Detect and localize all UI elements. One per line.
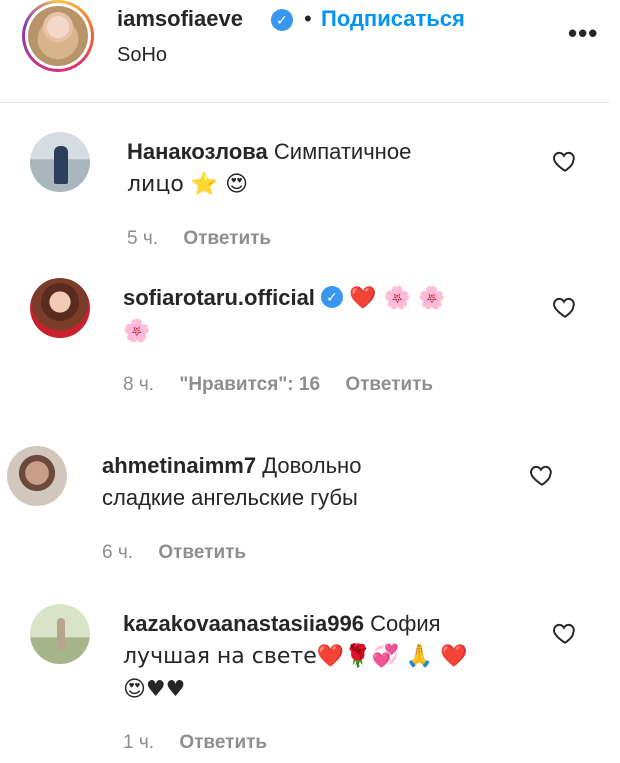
comment-author[interactable]: kazakovaanastasiia996 xyxy=(123,611,364,636)
like-heart-icon[interactable] xyxy=(552,620,578,646)
separator-dot: • xyxy=(304,6,312,31)
comment-time[interactable]: 6 ч. xyxy=(102,542,133,563)
comment-text: ❤️ 🌸 🌸 xyxy=(349,286,446,311)
comment-text-cont: 🌸 xyxy=(123,319,151,344)
like-heart-icon[interactable] xyxy=(529,462,555,488)
comment-time[interactable]: 1 ч. xyxy=(123,732,154,753)
comment-body: Нанакозлова Симпатичное лицо ⭐ 😍 xyxy=(127,136,411,201)
comment-time[interactable]: 8 ч. xyxy=(123,374,154,395)
post-location[interactable]: SoHo xyxy=(117,44,167,67)
comment-likes-count[interactable]: "Нравится": 16 xyxy=(179,374,320,395)
comment-avatar[interactable] xyxy=(30,132,90,192)
comment-author[interactable]: sofiarotaru.official xyxy=(123,285,315,310)
post-author-username[interactable]: iamsofiaeve xyxy=(117,6,243,32)
comment-text: Довольно xyxy=(262,453,362,478)
header-divider xyxy=(0,102,610,103)
more-options-icon[interactable]: ••• xyxy=(568,18,598,49)
like-heart-icon[interactable] xyxy=(552,148,578,174)
like-heart-icon[interactable] xyxy=(552,294,578,320)
comment-meta: 6 ч. Ответить xyxy=(102,542,266,564)
comment-text: Симпатичное xyxy=(273,139,412,164)
comment-body: kazakovaanastasiia996 София лучшая на св… xyxy=(123,608,468,706)
verified-badge-icon: ✓ xyxy=(271,9,293,31)
reply-button[interactable]: Ответить xyxy=(179,732,267,753)
comment-avatar[interactable] xyxy=(30,604,90,664)
comment-text-cont: лицо ⭐ 😍 xyxy=(127,172,249,197)
comment-author[interactable]: Нанакозлова xyxy=(127,139,268,164)
comment-body: sofiarotaru.official ✓ ❤️ 🌸 🌸 🌸 xyxy=(123,282,445,348)
comment-meta: 8 ч. "Нравится": 16 Ответить xyxy=(123,374,453,396)
reply-button[interactable]: Ответить xyxy=(158,542,246,563)
comment-time[interactable]: 5 ч. xyxy=(127,228,158,249)
comment-avatar[interactable] xyxy=(7,446,67,506)
comment-text-cont: лучшая на свете❤️🌹💞 🙏 ❤️ xyxy=(123,644,468,669)
follow-button[interactable]: Подписаться xyxy=(321,6,465,32)
comment-meta: 5 ч. Ответить xyxy=(127,228,291,250)
comment-text-cont: сладкие ангельские губы xyxy=(102,485,358,510)
comment-meta: 1 ч. Ответить xyxy=(123,732,287,754)
reply-button[interactable]: Ответить xyxy=(345,374,433,395)
verified-badge-icon: ✓ xyxy=(321,286,344,309)
post-header: iamsofiaeve ✓ • Подписаться SoHo ••• xyxy=(0,0,620,102)
comment-text-cont-2: 😍♥♥ xyxy=(123,677,186,702)
comment-author[interactable]: ahmetinaimm7 xyxy=(102,453,256,478)
reply-button[interactable]: Ответить xyxy=(183,228,271,249)
comment-avatar[interactable] xyxy=(30,278,90,338)
post-author-avatar[interactable] xyxy=(22,0,94,72)
comment-text: София xyxy=(370,611,441,636)
comment-body: ahmetinaimm7 Довольно сладкие ангельские… xyxy=(102,450,361,514)
